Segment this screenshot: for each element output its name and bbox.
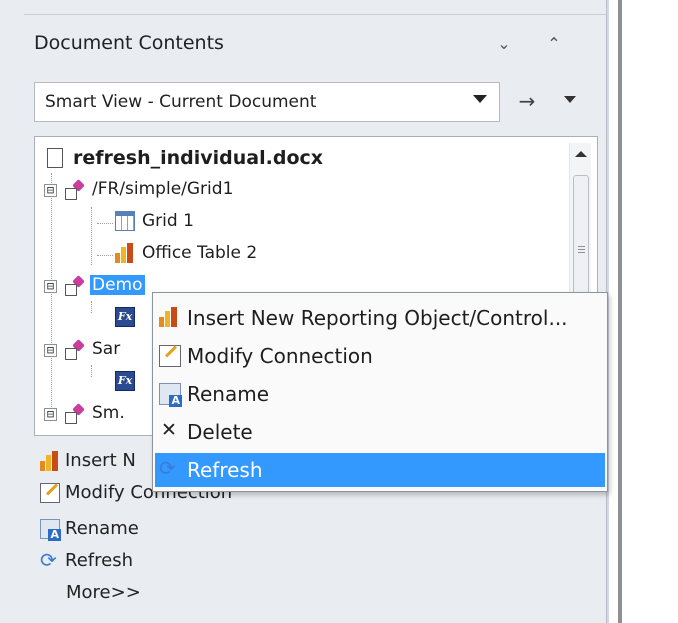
refresh-icon [159,456,181,481]
tree-line [51,173,52,421]
tree-node-connection[interactable]: Sm. [65,403,127,424]
tree-node-connection[interactable]: /FR/simple/Grid1 [65,179,235,200]
document-icon [47,148,63,168]
bar-chart-icon [40,450,60,471]
rename-icon [159,383,182,407]
view-selector-value: Smart View - Current Document [45,92,317,112]
tree-node-function[interactable]: Fx [115,371,140,391]
view-selector-dropdown[interactable]: Smart View - Current Document [34,82,500,122]
tree-line [97,255,113,256]
arrow-right-icon[interactable]: → [514,90,540,112]
refresh-icon [40,548,60,572]
rename-icon [40,518,61,541]
collapse-toggle[interactable]: ⊟ [44,344,57,357]
connection-icon [65,275,85,296]
delete-icon [159,419,181,443]
action-insert-new[interactable]: Insert N [40,450,136,471]
connection-icon [65,339,85,360]
menu-item-modify-connection[interactable]: Modify Connection [155,339,605,373]
tree-line [91,365,92,377]
connection-icon [65,403,85,424]
grip-icon [578,246,585,247]
bar-chart-icon [159,307,181,329]
menu-item-insert-new-reporting-object[interactable]: Insert New Reporting Object/Control... [155,301,605,335]
menu-item-rename[interactable]: Rename [155,377,605,411]
double-chevron-up-icon[interactable]: ⌃ [544,33,564,53]
collapse-toggle[interactable]: ⊟ [44,280,57,293]
tree-node-grid[interactable]: Grid 1 [115,211,196,231]
tree-line [91,301,92,313]
collapse-toggle[interactable]: ⊟ [44,408,57,421]
chevron-down-icon[interactable]: ⌄ [494,33,514,53]
panel-header: Document Contents ⌄ ⌃ [24,14,606,70]
edit-connection-icon [159,345,181,367]
dropdown-arrow-icon [473,95,487,103]
fx-icon: Fx [115,371,135,391]
connection-icon [65,179,85,200]
grid-icon [115,211,135,231]
triangle-down-icon[interactable] [564,96,576,103]
tree-root-document[interactable]: refresh_individual.docx [47,147,325,169]
tree-node-demo[interactable]: Demo [65,275,145,296]
menu-item-delete[interactable]: Delete [155,415,605,449]
action-rename[interactable]: Rename [40,518,139,541]
bar-chart-icon [115,243,135,263]
pane-splitter[interactable] [618,0,622,623]
edit-connection-icon [40,482,60,503]
menu-item-refresh[interactable]: Refresh [155,453,605,487]
scroll-up-icon[interactable] [575,151,587,157]
tree-node-connection[interactable]: Sar [65,339,122,360]
tree-line [91,207,92,265]
context-menu: Insert New Reporting Object/Control... M… [152,292,608,492]
action-more[interactable]: More>> [66,582,141,603]
panel-title: Document Contents [34,32,224,54]
action-refresh[interactable]: Refresh [40,548,133,572]
tree-line [97,223,113,224]
tree-node-function[interactable]: Fx [115,307,140,327]
fx-icon: Fx [115,307,135,327]
collapse-toggle[interactable]: ⊟ [44,184,57,197]
tree-node-office-table[interactable]: Office Table 2 [115,243,259,263]
